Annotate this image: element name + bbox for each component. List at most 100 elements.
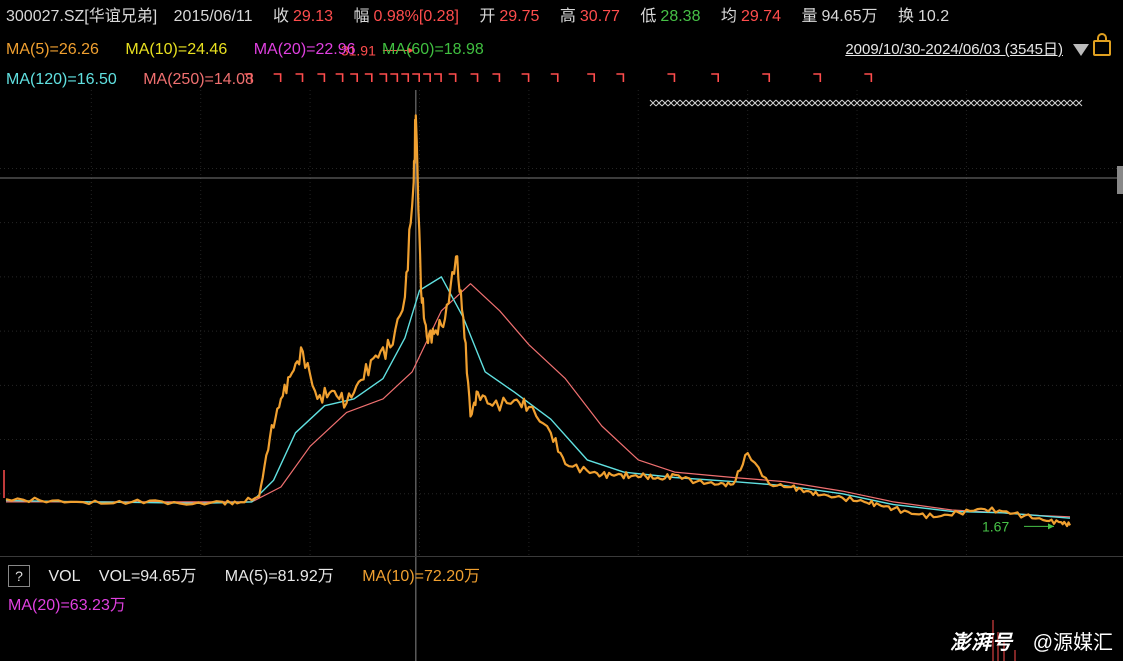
marker-strip-icon: [661, 99, 669, 107]
marker-strip-icon: [673, 99, 681, 107]
marker-strip-icon: [991, 99, 999, 107]
marker-strip-icon: [805, 99, 813, 107]
marker-strip-icon: [961, 99, 969, 107]
ma-legend-row-2: MA(120)=16.50 MA(250)=14.08: [6, 67, 276, 93]
event-marker-icon: [317, 73, 326, 82]
marker-strip-icon: [895, 99, 903, 107]
series-ma120: [5, 276, 1071, 519]
stock-code: 300027.SZ[华谊兄弟]: [6, 8, 158, 25]
avg-label: 均: [720, 8, 737, 25]
marker-strip-icon: [1069, 99, 1077, 107]
marker-strip-icon: [751, 99, 759, 107]
marker-strip-icon: [883, 99, 891, 107]
low-value: 28.38: [660, 8, 701, 25]
event-marker-icon: [423, 73, 431, 82]
marker-strip-icon: [715, 99, 723, 107]
quote-header: 300027.SZ[华谊兄弟] 2015/06/11 收 29.13 幅 0.98%…: [6, 4, 953, 30]
panel-divider: [0, 556, 1123, 557]
volume-ma10-legend: MA(10)=72.20万: [362, 568, 481, 585]
marker-strip-icon: [649, 99, 657, 107]
marker-strip-icon: [1033, 99, 1041, 107]
dropdown-triangle-icon[interactable]: [1073, 44, 1089, 56]
marker-strip-icon: [679, 99, 687, 107]
marker-strip-icon: [703, 99, 711, 107]
ma20-legend: MA(20)=22.96: [253, 41, 356, 58]
chart-lines: [5, 114, 1071, 528]
watermark-brand: 澎湃号: [950, 632, 1014, 654]
marker-strip-icon: [877, 99, 885, 107]
event-marker-icon: [550, 73, 559, 82]
event-marker-icon: [335, 73, 344, 82]
series-price: [5, 114, 1071, 528]
marker-strip-icon: [745, 99, 753, 107]
volume-title: VOL: [48, 568, 81, 585]
marker-strip-icon: [799, 99, 807, 107]
marker-strip-icon: [667, 99, 675, 107]
marker-strip-icon: [769, 99, 777, 107]
lock-icon[interactable]: [1093, 33, 1111, 56]
volume-legend-row-2: MA(20)=63.23万: [8, 593, 126, 619]
marker-strip-icon: [985, 99, 993, 107]
marker-strip-icon: [1051, 99, 1059, 107]
marker-strip-icon: [781, 99, 789, 107]
avg-value: 29.74: [740, 8, 781, 25]
marker-strip-icon: [859, 99, 867, 107]
event-marker-icon: [448, 73, 457, 82]
marker-strip-icon: [1003, 99, 1011, 107]
marker-strip-icon: [1021, 99, 1029, 107]
marker-strip-icon: [733, 99, 741, 107]
high-label: 高: [559, 8, 576, 25]
ma5-legend: MA(5)=26.26: [6, 41, 99, 58]
volume-ma5-legend: MA(5)=81.92万: [224, 568, 334, 585]
marker-strip-icon: [907, 99, 915, 107]
marker-strip-icon: [997, 99, 1005, 107]
event-marker-icon: [667, 73, 676, 82]
event-marker-icon: [711, 73, 720, 82]
marker-strip-icon: [763, 99, 771, 107]
marker-strip-icon: [1075, 99, 1083, 107]
low-annotation-label: 1.67: [982, 518, 1009, 534]
marker-strip-icon: [685, 99, 693, 107]
event-marker-icon: [401, 73, 410, 82]
quote-date: 2015/06/11: [173, 8, 253, 25]
event-marker-icon: [813, 73, 822, 82]
marker-strip-icon: [721, 99, 729, 107]
marker-strip-icon: [871, 99, 879, 107]
marker-strip-icon: [979, 99, 987, 107]
turnover-value: 10.2: [917, 8, 950, 25]
ma-legend-row-1: MA(5)=26.26 MA(10)=24.46 MA(20)=22.96 MA…: [6, 37, 506, 63]
event-marker-icon: [379, 73, 388, 82]
marker-strip-icon: [1039, 99, 1047, 107]
marker-strip-icon: [967, 99, 975, 107]
event-marker-icon: [587, 73, 596, 82]
marker-strip-icon: [835, 99, 843, 107]
watermark: 澎湃号 @源媒汇: [950, 626, 1113, 655]
event-marker-icon: [616, 73, 625, 82]
marker-strip-icon: [841, 99, 849, 107]
marker-strip-icon: [757, 99, 765, 107]
marker-strip-icon: [943, 99, 951, 107]
help-button[interactable]: ?: [8, 565, 30, 587]
marker-strip-icon: [1063, 99, 1071, 107]
date-range-selector[interactable]: 2009/10/30-2024/06/03 (3545日): [845, 37, 1063, 63]
marker-strip-icon: [793, 99, 801, 107]
marker-strip-icon: [697, 99, 705, 107]
marker-strip-icon: [955, 99, 963, 107]
open-label: 开: [479, 8, 496, 25]
marker-strip-icon: [811, 99, 819, 107]
marker-strip-icon: [919, 99, 927, 107]
event-marker-icon: [864, 73, 873, 82]
marker-strip-icon: [1057, 99, 1065, 107]
marker-strip-icon: [865, 99, 873, 107]
marker-strip-icon: [709, 99, 717, 107]
event-marker-icon: [390, 73, 399, 82]
volume-value: 94.65万: [821, 8, 878, 25]
turnover-label: 换: [897, 8, 914, 25]
volume-ma20-legend: MA(20)=63.23万: [8, 597, 126, 614]
scroll-handle: [1117, 166, 1123, 194]
ma10-legend: MA(10)=24.46: [125, 41, 228, 58]
marker-strip-icon: [691, 99, 699, 107]
marker-strip-icon: [901, 99, 909, 107]
low-label: 低: [640, 8, 657, 25]
marker-strip-icon: [1009, 99, 1017, 107]
